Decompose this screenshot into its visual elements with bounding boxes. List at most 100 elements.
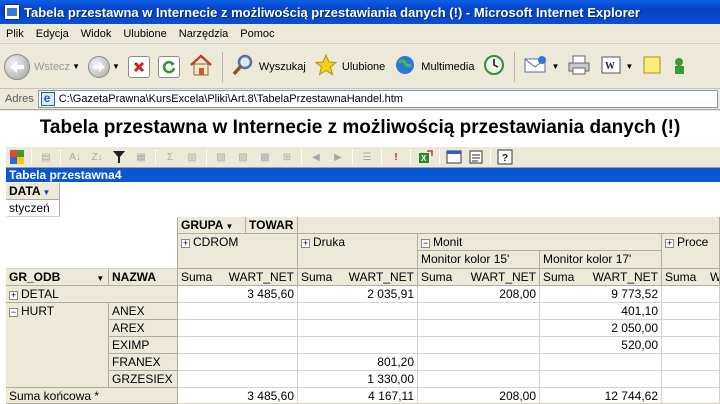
address-input[interactable]: C:\GazetaPrawna\KursExcela\Pliki\Art.8\T… bbox=[37, 90, 718, 108]
search-button[interactable]: Wyszukaj bbox=[227, 49, 310, 85]
table-cell[interactable] bbox=[662, 337, 720, 354]
chevron-down-icon[interactable]: ▼ bbox=[225, 222, 233, 231]
subtotal-icon[interactable]: ▧ bbox=[212, 148, 230, 166]
print-button[interactable] bbox=[563, 49, 595, 85]
table-cell[interactable]: 520,00 bbox=[540, 337, 662, 354]
row-header-arex[interactable]: AREX bbox=[109, 320, 178, 337]
home-button[interactable] bbox=[184, 49, 218, 85]
expand-plus-icon[interactable]: + bbox=[301, 239, 310, 248]
calculated-field-icon[interactable]: ▥ bbox=[183, 148, 201, 166]
table-cell[interactable] bbox=[662, 303, 720, 320]
chevron-down-icon[interactable]: ▼ bbox=[625, 62, 633, 71]
table-cell[interactable] bbox=[298, 337, 418, 354]
item-header-monitor-15[interactable]: Monitor kolor 15' bbox=[418, 251, 540, 269]
table-cell[interactable]: 801,20 bbox=[298, 354, 418, 371]
media-button[interactable]: Multimedia bbox=[389, 49, 478, 85]
group-header-proce[interactable]: + Proce bbox=[662, 234, 720, 269]
move-left-icon[interactable]: ◀ bbox=[307, 148, 325, 166]
row-header-anex[interactable]: ANEX bbox=[109, 303, 178, 320]
properties-icon[interactable] bbox=[467, 148, 485, 166]
data-filter-field[interactable]: DATA ▼ bbox=[6, 183, 60, 200]
row-field-gr-odb[interactable]: GR_ODB ▼ bbox=[6, 269, 109, 286]
table-cell[interactable] bbox=[662, 320, 720, 337]
group-header-druka[interactable]: + Druka bbox=[298, 234, 418, 269]
table-cell[interactable] bbox=[662, 371, 720, 388]
expand-plus-icon[interactable]: + bbox=[181, 239, 190, 248]
chevron-down-icon[interactable]: ▼ bbox=[96, 274, 104, 283]
address-url[interactable]: C:\GazetaPrawna\KursExcela\Pliki\Art.8\T… bbox=[59, 93, 403, 105]
copy-icon[interactable]: ▤ bbox=[37, 148, 55, 166]
group-icon[interactable]: ▨ bbox=[234, 148, 252, 166]
table-cell[interactable]: 1 330,00 bbox=[298, 371, 418, 388]
column-field-grupa[interactable]: GRUPA ▼ bbox=[178, 217, 246, 234]
back-button[interactable]: Wstecz ▼ bbox=[0, 49, 84, 85]
help-icon[interactable]: ? bbox=[496, 148, 514, 166]
grand-total-cell[interactable]: 208,00 bbox=[418, 388, 540, 404]
table-cell[interactable] bbox=[298, 303, 418, 320]
menu-widok[interactable]: Widok bbox=[75, 28, 118, 40]
move-right-icon[interactable]: ▶ bbox=[329, 148, 347, 166]
chevron-down-icon[interactable]: ▼ bbox=[72, 62, 80, 71]
menu-ulubione[interactable]: Ulubione bbox=[117, 28, 172, 40]
row-header-eximp[interactable]: EXIMP bbox=[109, 337, 178, 354]
forward-button[interactable]: ▼ bbox=[84, 49, 124, 85]
row-header-detal[interactable]: + DETAL bbox=[6, 286, 178, 303]
refresh-data-icon[interactable]: ! bbox=[387, 148, 405, 166]
table-cell[interactable] bbox=[178, 354, 298, 371]
menu-plik[interactable]: Plik bbox=[0, 28, 30, 40]
table-cell[interactable]: 208,00 bbox=[418, 286, 540, 303]
table-cell[interactable]: 401,10 bbox=[540, 303, 662, 320]
sort-ascending-icon[interactable]: A↓ bbox=[66, 148, 84, 166]
mail-button[interactable]: ▼ bbox=[519, 49, 563, 85]
autosum-icon[interactable]: Σ bbox=[161, 148, 179, 166]
chevron-down-icon[interactable]: ▼ bbox=[43, 188, 51, 197]
grand-total-cell[interactable]: 12 744,62 bbox=[540, 388, 662, 404]
row-header-franex[interactable]: FRANEX bbox=[109, 354, 178, 371]
messenger-button[interactable] bbox=[667, 49, 695, 85]
grand-total-cell[interactable]: 4 167,11 bbox=[298, 388, 418, 404]
show-top-icon[interactable]: ▦ bbox=[132, 148, 150, 166]
table-cell[interactable] bbox=[298, 320, 418, 337]
row-header-grzesiex[interactable]: GRZESIEX bbox=[109, 371, 178, 388]
menu-edycja[interactable]: Edycja bbox=[30, 28, 75, 40]
field-list-icon[interactable] bbox=[445, 148, 463, 166]
expand-icon[interactable]: ⊞ bbox=[278, 148, 296, 166]
table-cell[interactable] bbox=[418, 354, 540, 371]
chevron-down-icon[interactable]: ▼ bbox=[112, 62, 120, 71]
chevron-down-icon[interactable]: ▼ bbox=[551, 62, 559, 71]
row-header-hurt[interactable]: − HURT bbox=[6, 303, 109, 388]
table-cell[interactable]: 3 485,60 bbox=[178, 286, 298, 303]
table-cell[interactable] bbox=[178, 320, 298, 337]
table-cell[interactable] bbox=[418, 303, 540, 320]
table-cell[interactable] bbox=[178, 337, 298, 354]
table-cell[interactable] bbox=[418, 371, 540, 388]
expand-plus-icon[interactable]: + bbox=[665, 239, 674, 248]
edit-button[interactable]: W ▼ bbox=[595, 49, 637, 85]
sort-descending-icon[interactable]: Z↓ bbox=[88, 148, 106, 166]
table-cell[interactable] bbox=[540, 354, 662, 371]
menu-pomoc[interactable]: Pomoc bbox=[234, 28, 280, 40]
menu-narzedzia[interactable]: Narzędzia bbox=[173, 28, 235, 40]
table-cell[interactable] bbox=[178, 303, 298, 320]
group-header-cdrom[interactable]: + CDROM bbox=[178, 234, 298, 269]
group-header-monit[interactable]: − Monit bbox=[418, 234, 662, 251]
expand-plus-icon[interactable]: + bbox=[9, 291, 18, 300]
collapse-minus-icon[interactable]: − bbox=[9, 308, 18, 317]
table-cell[interactable] bbox=[418, 320, 540, 337]
grand-total-cell[interactable] bbox=[662, 388, 720, 404]
item-header-monitor-17[interactable]: Monitor kolor 17' bbox=[540, 251, 662, 269]
table-cell[interactable] bbox=[178, 371, 298, 388]
filter-icon[interactable] bbox=[110, 148, 128, 166]
table-cell[interactable] bbox=[418, 337, 540, 354]
favorites-button[interactable]: Ulubione bbox=[310, 49, 389, 85]
table-cell[interactable]: 2 035,91 bbox=[298, 286, 418, 303]
table-cell[interactable] bbox=[540, 371, 662, 388]
ungroup-icon[interactable]: ▩ bbox=[256, 148, 274, 166]
grand-total-cell[interactable]: 3 485,60 bbox=[178, 388, 298, 404]
discuss-button[interactable] bbox=[637, 49, 667, 85]
hide-details-icon[interactable]: ☰ bbox=[358, 148, 376, 166]
data-filter-value[interactable]: styczeń bbox=[6, 200, 60, 217]
table-cell[interactable]: 2 050,00 bbox=[540, 320, 662, 337]
stop-button[interactable] bbox=[124, 49, 154, 85]
refresh-button[interactable] bbox=[154, 49, 184, 85]
